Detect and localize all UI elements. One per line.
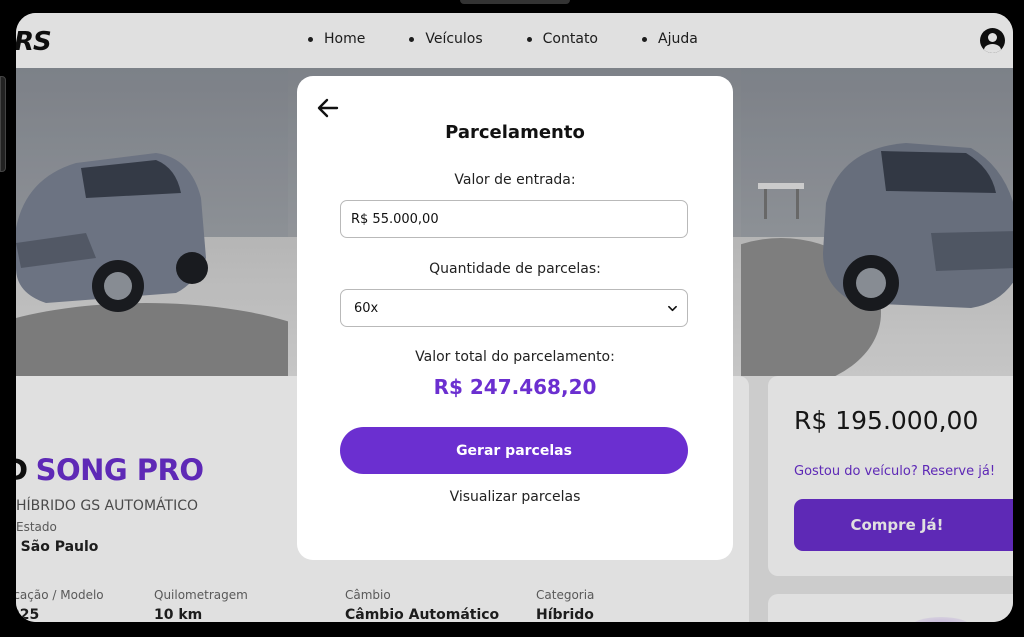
installments-select[interactable]: 60x [340,289,688,327]
arrow-left-icon[interactable] [317,98,339,118]
device-frame: RS Home Veículos Contato Ajuda SONG PRO … [0,0,1024,637]
generate-installments-button[interactable]: Gerar parcelas [340,427,688,474]
installment-modal: Parcelamento Valor de entrada: Quantidad… [297,76,733,560]
app-screen: RS Home Veículos Contato Ajuda SONG PRO … [16,13,1013,622]
total-value: R$ 247.468,20 [433,375,597,399]
device-top-notch [460,0,570,4]
down-payment-label: Valor de entrada: [454,172,576,188]
modal-title: Parcelamento [445,122,585,143]
device-side-button [0,76,6,172]
view-installments-link[interactable]: Visualizar parcelas [297,489,733,505]
chevron-down-icon [668,305,677,311]
installments-selected-value: 60x [354,300,379,316]
installments-label: Quantidade de parcelas: [429,261,601,277]
down-payment-input[interactable] [340,200,688,238]
total-label: Valor total do parcelamento: [415,349,615,365]
